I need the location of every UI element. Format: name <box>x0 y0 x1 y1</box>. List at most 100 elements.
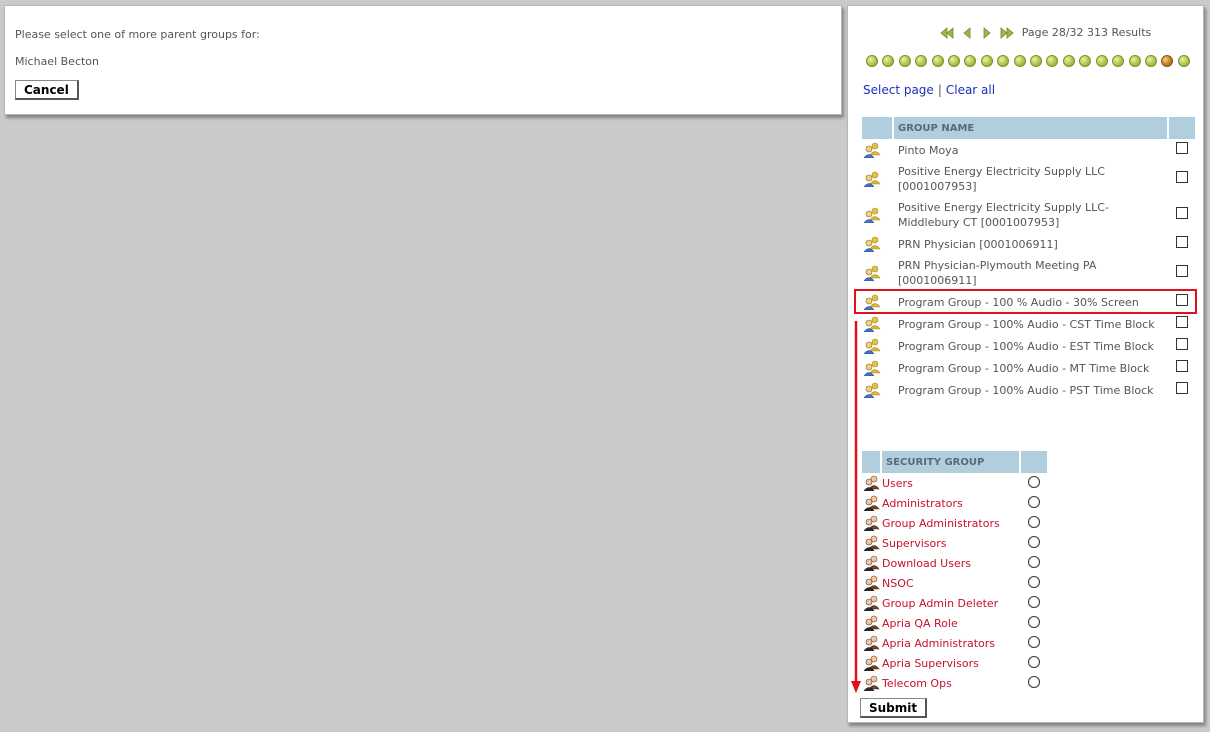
security-radio[interactable] <box>1028 555 1040 568</box>
page-dot[interactable] <box>1030 55 1043 67</box>
group-row: PRN Physician-Plymouth Meeting PA [00010… <box>862 255 1195 291</box>
security-person-icon <box>863 655 882 671</box>
group-checkbox[interactable] <box>1176 338 1188 350</box>
security-group-link[interactable]: Group Admin Deleter <box>882 597 998 610</box>
page-dot[interactable] <box>882 55 895 67</box>
page-dot[interactable] <box>1112 55 1125 67</box>
group-table-check-header <box>1169 117 1195 139</box>
group-checkbox[interactable] <box>1176 236 1188 248</box>
group-row: Pinto Moya <box>862 139 1195 161</box>
group-people-icon <box>863 382 894 398</box>
security-radio[interactable] <box>1028 495 1040 508</box>
group-row: Program Group - 100% Audio - EST Time Bl… <box>862 335 1195 357</box>
group-checkbox[interactable] <box>1176 265 1188 277</box>
group-people-icon <box>863 142 894 158</box>
group-people-icon <box>863 265 894 281</box>
group-checkbox[interactable] <box>1176 207 1188 219</box>
group-row: Program Group - 100% Audio - PST Time Bl… <box>862 379 1195 401</box>
security-row: Telecom Ops <box>862 673 1047 693</box>
user-name: Michael Becton <box>15 55 100 68</box>
security-group-link[interactable]: NSOC <box>882 577 914 590</box>
page-dot[interactable] <box>1095 55 1108 67</box>
security-row: Users <box>862 473 1047 493</box>
group-row: Program Group - 100 % Audio - 30% Screen <box>862 291 1195 313</box>
security-row: Download Users <box>862 553 1047 573</box>
page-dot[interactable] <box>1177 55 1190 67</box>
security-group-link[interactable]: Administrators <box>882 497 963 510</box>
group-people-icon <box>863 316 894 332</box>
group-checkbox[interactable] <box>1176 142 1188 154</box>
page-dot[interactable] <box>1046 55 1059 67</box>
security-group-link[interactable]: Download Users <box>882 557 971 570</box>
group-checkbox[interactable] <box>1176 382 1188 394</box>
page-dot[interactable] <box>980 55 993 67</box>
security-radio[interactable] <box>1028 515 1040 528</box>
security-radio[interactable] <box>1028 475 1040 488</box>
page-dot[interactable] <box>915 55 928 67</box>
security-radio[interactable] <box>1028 535 1040 548</box>
page-dots <box>866 55 1190 67</box>
page-dot-current[interactable] <box>1161 55 1174 67</box>
group-name: Program Group - 100% Audio - CST Time Bl… <box>898 317 1155 331</box>
link-separator: | <box>937 83 942 97</box>
page-dot[interactable] <box>964 55 977 67</box>
clear-all-link[interactable]: Clear all <box>946 83 995 97</box>
group-checkbox[interactable] <box>1176 316 1188 328</box>
page-dot[interactable] <box>1144 55 1157 67</box>
group-checkbox[interactable] <box>1176 294 1188 306</box>
security-table: SECURITY GROUP Users Administrators Group … <box>862 451 1047 693</box>
cancel-button[interactable]: Cancel <box>15 80 79 100</box>
group-row: Positive Energy Electricity Supply LLC [… <box>862 161 1195 197</box>
security-group-link[interactable]: Apria QA Role <box>882 617 958 630</box>
last-page-icon[interactable] <box>1000 26 1014 39</box>
prev-page-icon[interactable] <box>960 26 974 39</box>
group-table: GROUP NAME Pinto Moya Positive Energy Ele… <box>862 117 1195 401</box>
security-group-link[interactable]: Users <box>882 477 913 490</box>
page-dot[interactable] <box>1062 55 1075 67</box>
page-dot[interactable] <box>997 55 1010 67</box>
submit-button[interactable]: Submit <box>860 698 928 718</box>
security-group-link[interactable]: Group Administrators <box>882 517 1000 530</box>
page-dot[interactable] <box>1013 55 1026 67</box>
group-people-icon <box>863 360 894 376</box>
security-radio[interactable] <box>1028 575 1040 588</box>
security-row: Supervisors <box>862 533 1047 553</box>
security-radio[interactable] <box>1028 675 1040 688</box>
security-group-link[interactable]: Telecom Ops <box>882 677 952 690</box>
security-radio[interactable] <box>1028 655 1040 668</box>
security-row: Apria QA Role <box>862 613 1047 633</box>
security-group-link[interactable]: Apria Supervisors <box>882 657 979 670</box>
group-checkbox[interactable] <box>1176 360 1188 372</box>
security-person-icon <box>863 575 882 591</box>
pager-info: Page 28/32 313 Results <box>1021 26 1152 39</box>
security-person-icon <box>863 615 882 631</box>
security-radio[interactable] <box>1028 615 1040 628</box>
group-name: Pinto Moya <box>898 143 959 157</box>
security-person-icon <box>863 515 882 531</box>
group-checkbox[interactable] <box>1176 171 1188 183</box>
first-page-icon[interactable] <box>940 26 954 39</box>
security-radio[interactable] <box>1028 595 1040 608</box>
select-page-link[interactable]: Select page <box>863 83 934 97</box>
next-page-icon[interactable] <box>980 26 994 39</box>
page-dot[interactable] <box>1128 55 1141 67</box>
page-dot[interactable] <box>1079 55 1092 67</box>
security-person-icon <box>863 675 882 691</box>
security-group-link[interactable]: Apria Administrators <box>882 637 995 650</box>
group-name: Program Group - 100% Audio - EST Time Bl… <box>898 339 1154 353</box>
security-radio[interactable] <box>1028 635 1040 648</box>
selection-links: Select page | Clear all <box>863 83 995 97</box>
parent-group-prompt-panel: Please select one of more parent groups … <box>4 5 842 115</box>
security-table-radio-header <box>1021 451 1047 473</box>
security-group-link[interactable]: Supervisors <box>882 537 947 550</box>
page-dot[interactable] <box>898 55 911 67</box>
page-dot[interactable] <box>931 55 944 67</box>
page-dot[interactable] <box>948 55 961 67</box>
submit-area: Submit <box>860 698 928 718</box>
group-name: Positive Energy Electricity Supply LLC-M… <box>898 201 1109 229</box>
security-table-icon-header <box>862 451 882 473</box>
group-row: PRN Physician [0001006911] <box>862 233 1195 255</box>
page-dot[interactable] <box>866 55 878 67</box>
group-name: Positive Energy Electricity Supply LLC [… <box>898 165 1105 193</box>
group-name: Program Group - 100% Audio - PST Time Bl… <box>898 383 1154 397</box>
